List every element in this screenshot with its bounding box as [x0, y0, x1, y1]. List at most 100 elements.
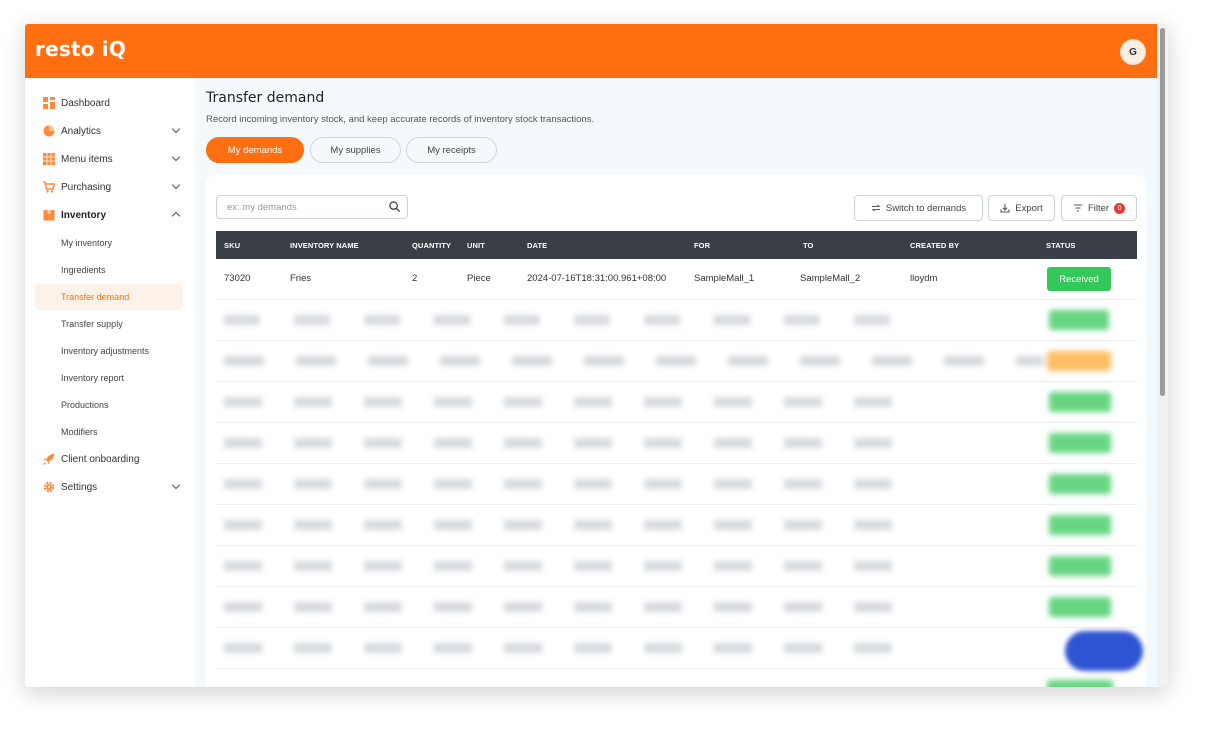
blurred-row-content: [224, 397, 924, 407]
tab-my-supplies[interactable]: My supplies: [310, 137, 401, 163]
gear-icon: [43, 481, 55, 493]
table-row[interactable]: [216, 546, 1137, 587]
sidebar-subitem-label: Productions: [61, 400, 109, 410]
sidebar-subitem-label: Inventory adjustments: [61, 346, 150, 356]
table-row[interactable]: [216, 587, 1137, 628]
top-bar: resto iQ G: [25, 24, 1157, 78]
table-row[interactable]: [216, 464, 1137, 505]
date-cell: 2024-07-16T18:31:00.961+08:00: [527, 273, 667, 284]
tab-my-demands[interactable]: My demands: [206, 137, 304, 163]
table-row[interactable]: [216, 300, 1137, 341]
table-row[interactable]: 73020 Fries 2 Piece 2024-07-16T18:31:00.…: [216, 259, 1137, 300]
unit-cell: Piece: [467, 273, 491, 284]
table-row[interactable]: [216, 341, 1137, 382]
sidebar-subitem-label: Ingredients: [61, 265, 106, 275]
column-header[interactable]: UNIT: [467, 241, 485, 250]
status-badge: [1049, 515, 1111, 535]
sidebar-subitem-ingredients[interactable]: Ingredients: [35, 257, 183, 283]
sidebar-item-label: Dashboard: [61, 97, 110, 109]
search-icon[interactable]: [389, 201, 400, 212]
status-badge: [1049, 556, 1111, 576]
sidebar-item-label: Purchasing: [61, 181, 112, 193]
table-row[interactable]: [216, 505, 1137, 546]
export-button[interactable]: Export: [988, 195, 1055, 221]
column-header[interactable]: QUANTITY: [412, 241, 451, 250]
sidebar-subitem-inventory-adjustments[interactable]: Inventory adjustments: [35, 338, 183, 364]
search-input[interactable]: [227, 200, 387, 215]
sidebar-subitem-label: Transfer demand: [61, 292, 130, 302]
sidebar-item-label: Inventory: [61, 209, 107, 221]
column-header[interactable]: SKU: [224, 241, 240, 250]
swap-arrows-icon: [871, 204, 881, 212]
table-row[interactable]: [216, 628, 1137, 669]
blurred-row-content: [224, 643, 924, 653]
menu-grid-icon: [43, 153, 55, 165]
sidebar-item-purchasing[interactable]: Purchasing: [35, 175, 183, 199]
to-cell: SampleMall_2: [800, 273, 861, 284]
filter-count-badge: 0: [1114, 202, 1126, 214]
sidebar-item-analytics[interactable]: Analytics: [35, 119, 183, 143]
download-icon: [1000, 204, 1010, 213]
column-header[interactable]: TO: [803, 241, 813, 250]
switch-to-demands-button[interactable]: Switch to demands: [854, 195, 983, 221]
tab-my-receipts[interactable]: My receipts: [406, 137, 497, 163]
blurred-row-content: [224, 602, 924, 612]
status-badge: [1049, 392, 1111, 412]
sidebar-subitem-inventory-report[interactable]: Inventory report: [35, 365, 183, 391]
sidebar-item-inventory[interactable]: Inventory: [35, 203, 183, 227]
blurred-row-content: [224, 356, 1044, 366]
rocket-icon: [43, 453, 55, 465]
sidebar-item-settings[interactable]: Settings: [35, 475, 183, 499]
chevron-down-icon: [171, 180, 181, 190]
column-header[interactable]: STATUS: [1046, 241, 1076, 250]
sidebar: Dashboard Analytics Menu items Purchasin…: [25, 78, 195, 687]
sidebar-item-label: Settings: [61, 481, 98, 493]
search-box[interactable]: [216, 195, 408, 219]
page-scrollbar[interactable]: [1157, 24, 1168, 687]
status-badge: [1047, 680, 1113, 687]
sidebar-subitem-transfer-supply[interactable]: Transfer supply: [35, 311, 183, 337]
blurred-row-content: [224, 479, 924, 489]
main-content: Transfer demand Record incoming inventor…: [195, 78, 1157, 687]
column-header[interactable]: DATE: [527, 241, 547, 250]
sidebar-item-label: Menu items: [61, 153, 113, 165]
sidebar-subitem-label: Inventory report: [61, 373, 125, 383]
user-avatar[interactable]: G: [1120, 39, 1146, 65]
created-by-cell: lloydm: [910, 273, 938, 284]
dashboard-grid-icon: [43, 97, 55, 109]
quantity-cell: 2: [412, 273, 418, 284]
cart-icon: [43, 181, 55, 193]
table-row[interactable]: [216, 382, 1137, 423]
filter-button[interactable]: Filter 0: [1061, 195, 1137, 221]
column-header[interactable]: INVENTORY NAME: [290, 241, 359, 250]
box-icon: [43, 210, 55, 221]
blurred-row-content: [224, 315, 904, 325]
for-cell: SampleMall_1: [694, 273, 755, 284]
column-header[interactable]: CREATED BY: [910, 241, 959, 250]
blurred-row-content: [224, 438, 924, 448]
inventory-name-cell: Fries: [290, 273, 312, 284]
chevron-up-icon: [171, 211, 181, 221]
filter-icon: [1073, 204, 1082, 212]
status-badge: [1049, 433, 1111, 453]
sidebar-subitem-productions[interactable]: Productions: [35, 392, 183, 418]
app-logo[interactable]: resto iQ: [35, 37, 126, 61]
blurred-row-content: [224, 520, 924, 530]
sidebar-subitem-label: Modifiers: [61, 427, 98, 437]
status-badge: Received: [1047, 267, 1111, 291]
sidebar-subitem-transfer-demand[interactable]: Transfer demand: [35, 284, 183, 310]
scrollbar-thumb[interactable]: [1160, 28, 1165, 396]
help-chat-button[interactable]: [1065, 631, 1143, 671]
sidebar-item-client-onboarding[interactable]: Client onboarding: [35, 447, 183, 471]
sku-cell: 73020: [224, 273, 251, 284]
sidebar-subitem-my-inventory[interactable]: My inventory: [35, 230, 183, 256]
sidebar-subitem-modifiers[interactable]: Modifiers: [35, 419, 183, 445]
status-badge: [1049, 597, 1111, 617]
blurred-row-content: [224, 561, 924, 571]
filter-label: Filter: [1087, 202, 1110, 214]
column-header[interactable]: FOR: [694, 241, 710, 250]
sidebar-item-menu-items[interactable]: Menu items: [35, 147, 183, 171]
table-row[interactable]: [216, 423, 1137, 464]
sidebar-item-dashboard[interactable]: Dashboard: [35, 91, 183, 115]
sidebar-subitem-label: My inventory: [61, 238, 113, 248]
